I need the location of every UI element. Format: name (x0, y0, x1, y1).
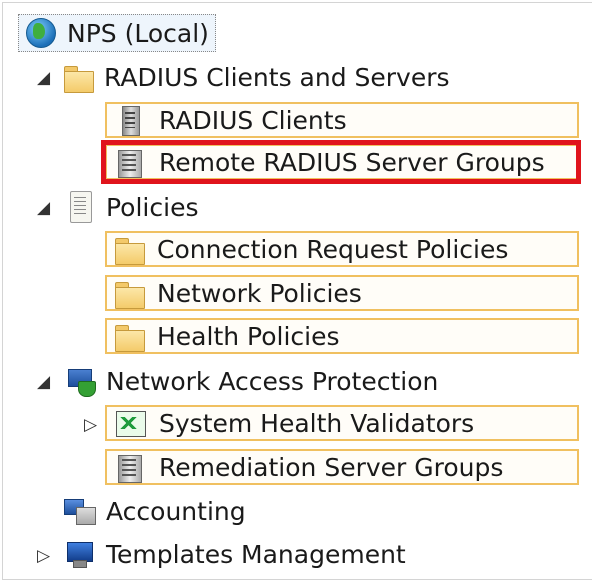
tree-node-system-health-validators[interactable]: System Health Validators (105, 405, 579, 441)
tree-node-nps-local[interactable]: NPS (Local) (18, 13, 216, 53)
node-label: Network Policies (157, 278, 362, 308)
server-group-icon (115, 451, 147, 483)
node-label: NPS (Local) (67, 18, 209, 48)
node-label: Network Access Protection (106, 366, 439, 396)
expand-arrow-icon[interactable]: ◢ (37, 70, 50, 87)
folder-icon (115, 282, 145, 309)
tree-node-remote-radius-server-groups[interactable]: Remote RADIUS Server Groups (105, 144, 579, 180)
tree-node-health-policies[interactable]: Health Policies (105, 318, 579, 354)
accounting-icon (64, 495, 96, 527)
tree-node-network-access-protection[interactable]: Network Access Protection (64, 361, 438, 401)
collapse-arrow-icon[interactable]: ▷ (84, 417, 97, 434)
node-label: RADIUS Clients (159, 105, 347, 135)
expand-arrow-icon[interactable]: ◢ (37, 200, 50, 217)
network-icon (64, 365, 96, 397)
node-label: Health Policies (157, 321, 340, 351)
tree-node-templates-management[interactable]: Templates Management (64, 534, 406, 574)
node-label: Templates Management (106, 539, 406, 569)
folder-icon (115, 325, 145, 352)
folder-icon (115, 238, 145, 265)
collapse-arrow-icon[interactable]: ▷ (37, 548, 50, 565)
node-label: Remote RADIUS Server Groups (159, 147, 545, 177)
expand-arrow-icon[interactable]: ◢ (37, 374, 50, 391)
server-icon (115, 104, 147, 136)
tree-node-remediation-server-groups[interactable]: Remediation Server Groups (105, 449, 579, 485)
root-label-box[interactable]: NPS (Local) (18, 14, 216, 52)
node-label: Policies (106, 192, 199, 222)
node-label: Connection Request Policies (157, 234, 509, 264)
tree-node-radius-clients-and-servers[interactable]: RADIUS Clients and Servers (64, 57, 450, 97)
tree-node-network-policies[interactable]: Network Policies (105, 275, 579, 311)
validators-icon (115, 407, 147, 439)
tree-node-policies[interactable]: Policies (64, 187, 198, 227)
server-group-icon (115, 146, 147, 178)
policies-icon (64, 191, 96, 223)
tree-node-connection-request-policies[interactable]: Connection Request Policies (105, 231, 579, 267)
node-label: System Health Validators (159, 408, 475, 438)
folder-icon (64, 66, 94, 93)
tree-node-accounting[interactable]: Accounting (64, 491, 246, 531)
node-label: RADIUS Clients and Servers (104, 62, 450, 92)
globe-icon (25, 17, 57, 49)
templates-icon (64, 538, 96, 570)
node-label: Accounting (106, 496, 246, 526)
node-label: Remediation Server Groups (159, 452, 504, 482)
tree-node-radius-clients[interactable]: RADIUS Clients (105, 102, 579, 138)
